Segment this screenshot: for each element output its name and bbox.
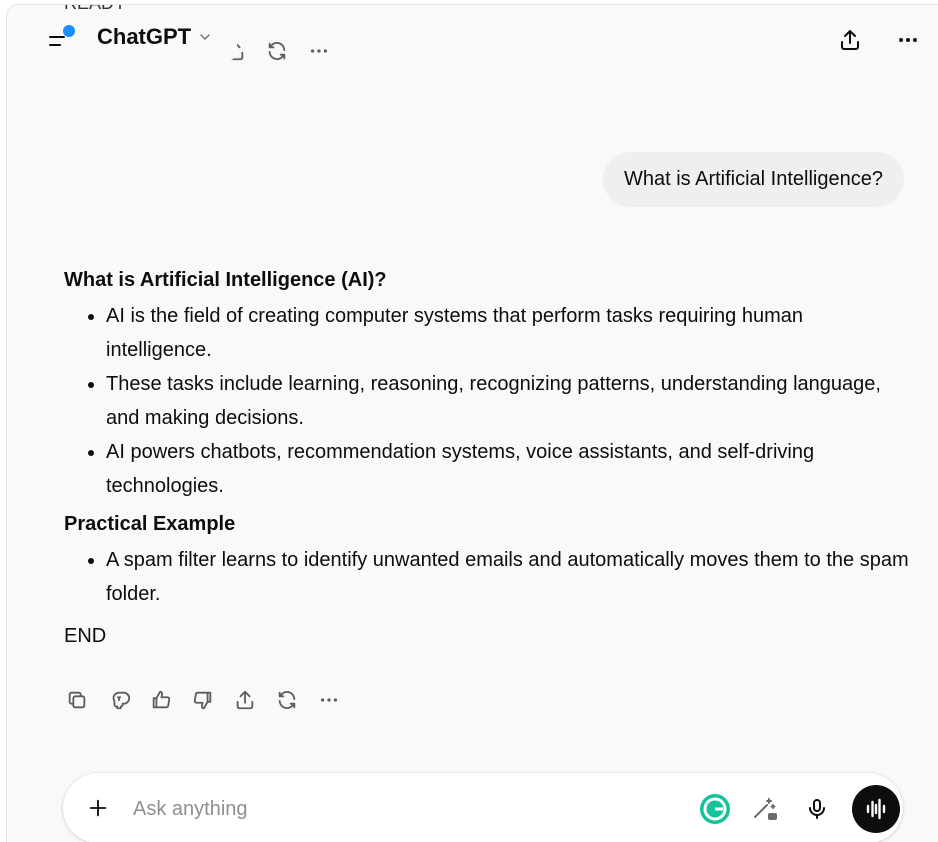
- share-icon: [841, 30, 859, 50]
- more-icon[interactable]: [305, 37, 333, 65]
- thumbs-down-icon[interactable]: [189, 686, 217, 714]
- notification-dot: [63, 25, 75, 37]
- magic-wand-button[interactable]: [749, 793, 781, 825]
- list-item: A spam filter learns to identify unwante…: [106, 543, 914, 611]
- more-options-button[interactable]: [893, 25, 923, 55]
- chat-window: READY ChatGPT: [6, 4, 938, 842]
- user-message: What is Artificial Intelligence?: [602, 152, 904, 207]
- attach-button[interactable]: [83, 793, 113, 823]
- more-icon[interactable]: [315, 686, 343, 714]
- grammarly-button[interactable]: [699, 793, 731, 825]
- thumbs-up-icon[interactable]: [147, 686, 175, 714]
- message-actions: [63, 686, 343, 714]
- sidebar-toggle-button[interactable]: [47, 25, 77, 53]
- brain-icon[interactable]: [105, 686, 133, 714]
- composer: [63, 773, 903, 842]
- share-icon[interactable]: [231, 686, 259, 714]
- answer-subheading: Practical Example: [64, 513, 236, 535]
- regenerate-icon[interactable]: [263, 37, 291, 65]
- assistant-message: What is Artificial Intelligence (AI)? AI…: [64, 265, 914, 653]
- chevron-down-icon: [200, 34, 210, 40]
- grammarly-icon: [700, 794, 730, 824]
- list-item: AI is the field of creating computer sys…: [106, 299, 914, 367]
- list-item: These tasks include learning, reasoning,…: [106, 367, 914, 435]
- previous-response-text: READY: [64, 5, 126, 14]
- answer-end-text: END: [64, 625, 107, 647]
- share-button[interactable]: [835, 25, 865, 55]
- model-selector[interactable]: ChatGPT: [97, 24, 213, 50]
- example-list: A spam filter learns to identify unwante…: [64, 543, 914, 611]
- prompt-input[interactable]: [131, 793, 655, 825]
- dictate-button[interactable]: [801, 793, 833, 825]
- plus-icon: [89, 799, 107, 817]
- copy-icon[interactable]: [63, 686, 91, 714]
- more-icon: [899, 38, 917, 42]
- model-label: ChatGPT: [97, 24, 192, 49]
- voice-mode-icon: [866, 798, 886, 820]
- answer-heading: What is Artificial Intelligence (AI)?: [64, 269, 387, 291]
- voice-mode-button[interactable]: [852, 785, 900, 833]
- regenerate-icon[interactable]: [273, 686, 301, 714]
- list-item: AI powers chatbots, recommendation syste…: [106, 435, 914, 503]
- magic-wand-icon: [754, 798, 777, 820]
- answer-list: AI is the field of creating computer sys…: [64, 299, 914, 503]
- microphone-icon: [809, 799, 825, 819]
